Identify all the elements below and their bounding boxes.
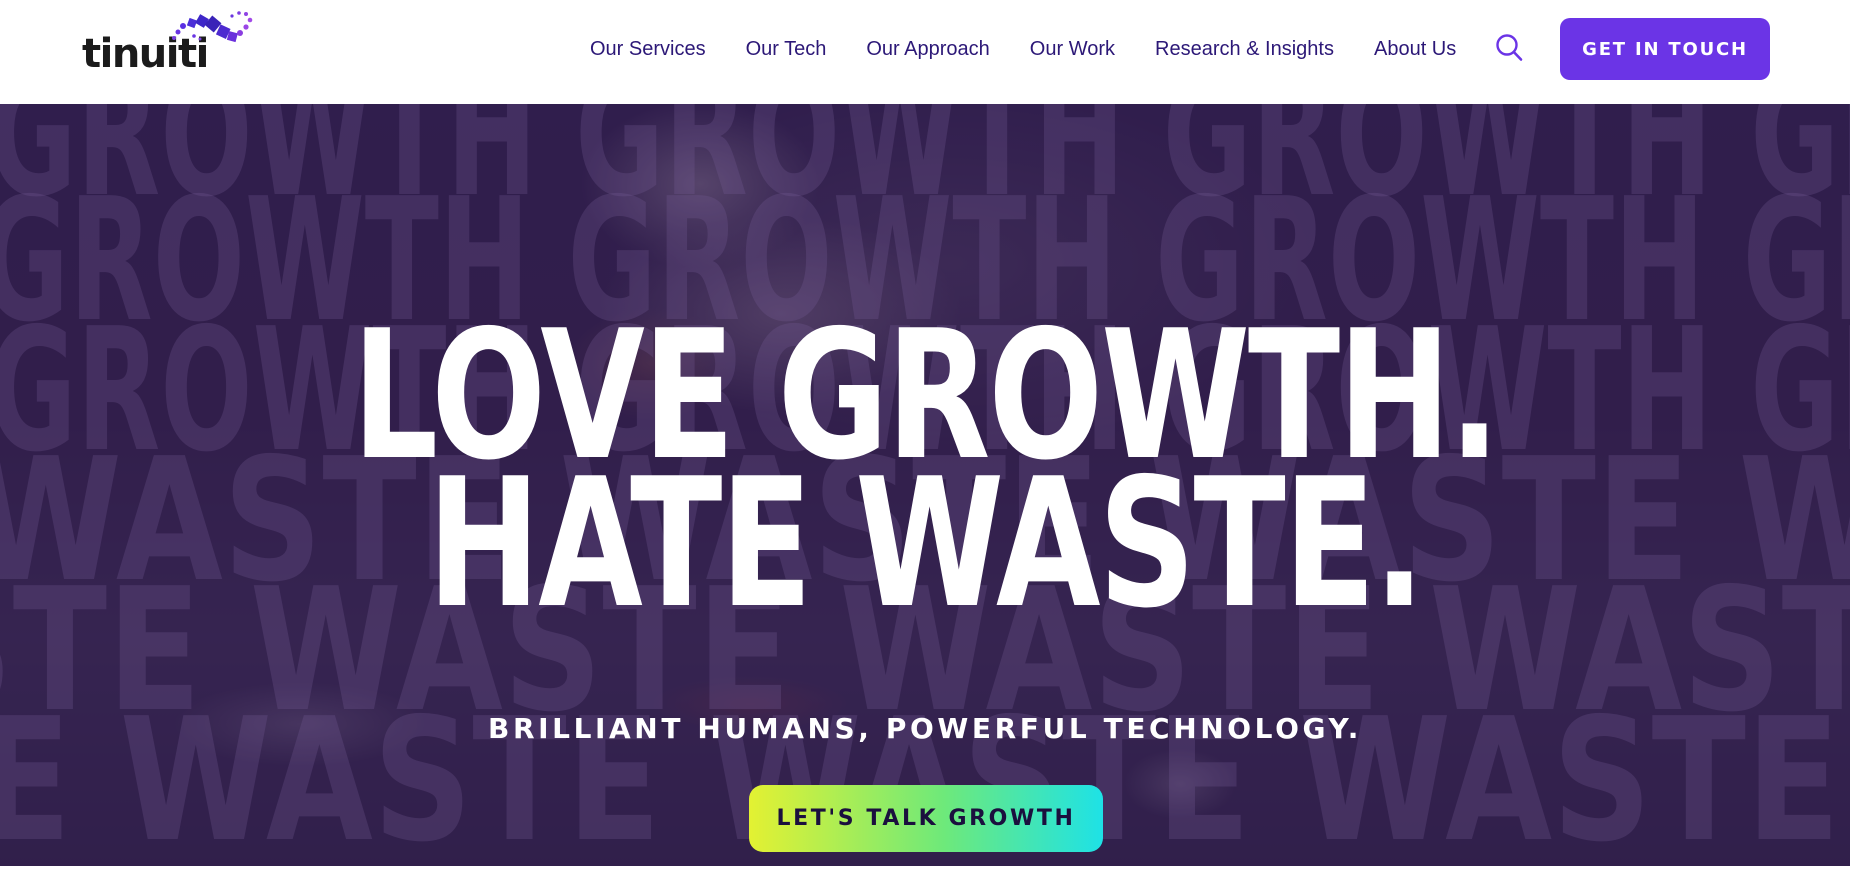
nav-our-work[interactable]: Our Work — [1030, 36, 1115, 62]
page-bottom-strip — [0, 866, 1850, 881]
nav-research-insights[interactable]: Research & Insights — [1155, 36, 1334, 62]
headline-line-2: HATE WASTE. — [427, 440, 1425, 647]
hero-headline: LOVE GROWTH. HATE WASTE. — [0, 307, 1850, 647]
tinuiti-logo[interactable]: tinuiti — [82, 8, 272, 80]
search-button[interactable] — [1494, 33, 1524, 63]
main-nav: Our Services Our Tech Our Approach Our W… — [590, 36, 1456, 62]
hero-section: GROWTH GROWTH GROWTH GROWTH GROWTHGROWTH… — [0, 104, 1850, 866]
hero-tagline: BRILLIANT HUMANS, POWERFUL TECHNOLOGY. — [488, 712, 1362, 745]
get-in-touch-button[interactable]: GET IN TOUCH — [1560, 18, 1770, 80]
nav-our-services[interactable]: Our Services — [590, 36, 706, 62]
search-icon — [1496, 34, 1523, 61]
nav-about-us[interactable]: About Us — [1374, 36, 1456, 62]
lets-talk-growth-button[interactable]: LET'S TALK GROWTH — [749, 785, 1103, 852]
nav-our-approach[interactable]: Our Approach — [866, 36, 989, 62]
nav-our-tech[interactable]: Our Tech — [746, 36, 827, 62]
site-header: tinuiti Our Services Our Tech Our Approa… — [0, 0, 1850, 104]
logo-infinity-mark-icon — [172, 11, 253, 43]
